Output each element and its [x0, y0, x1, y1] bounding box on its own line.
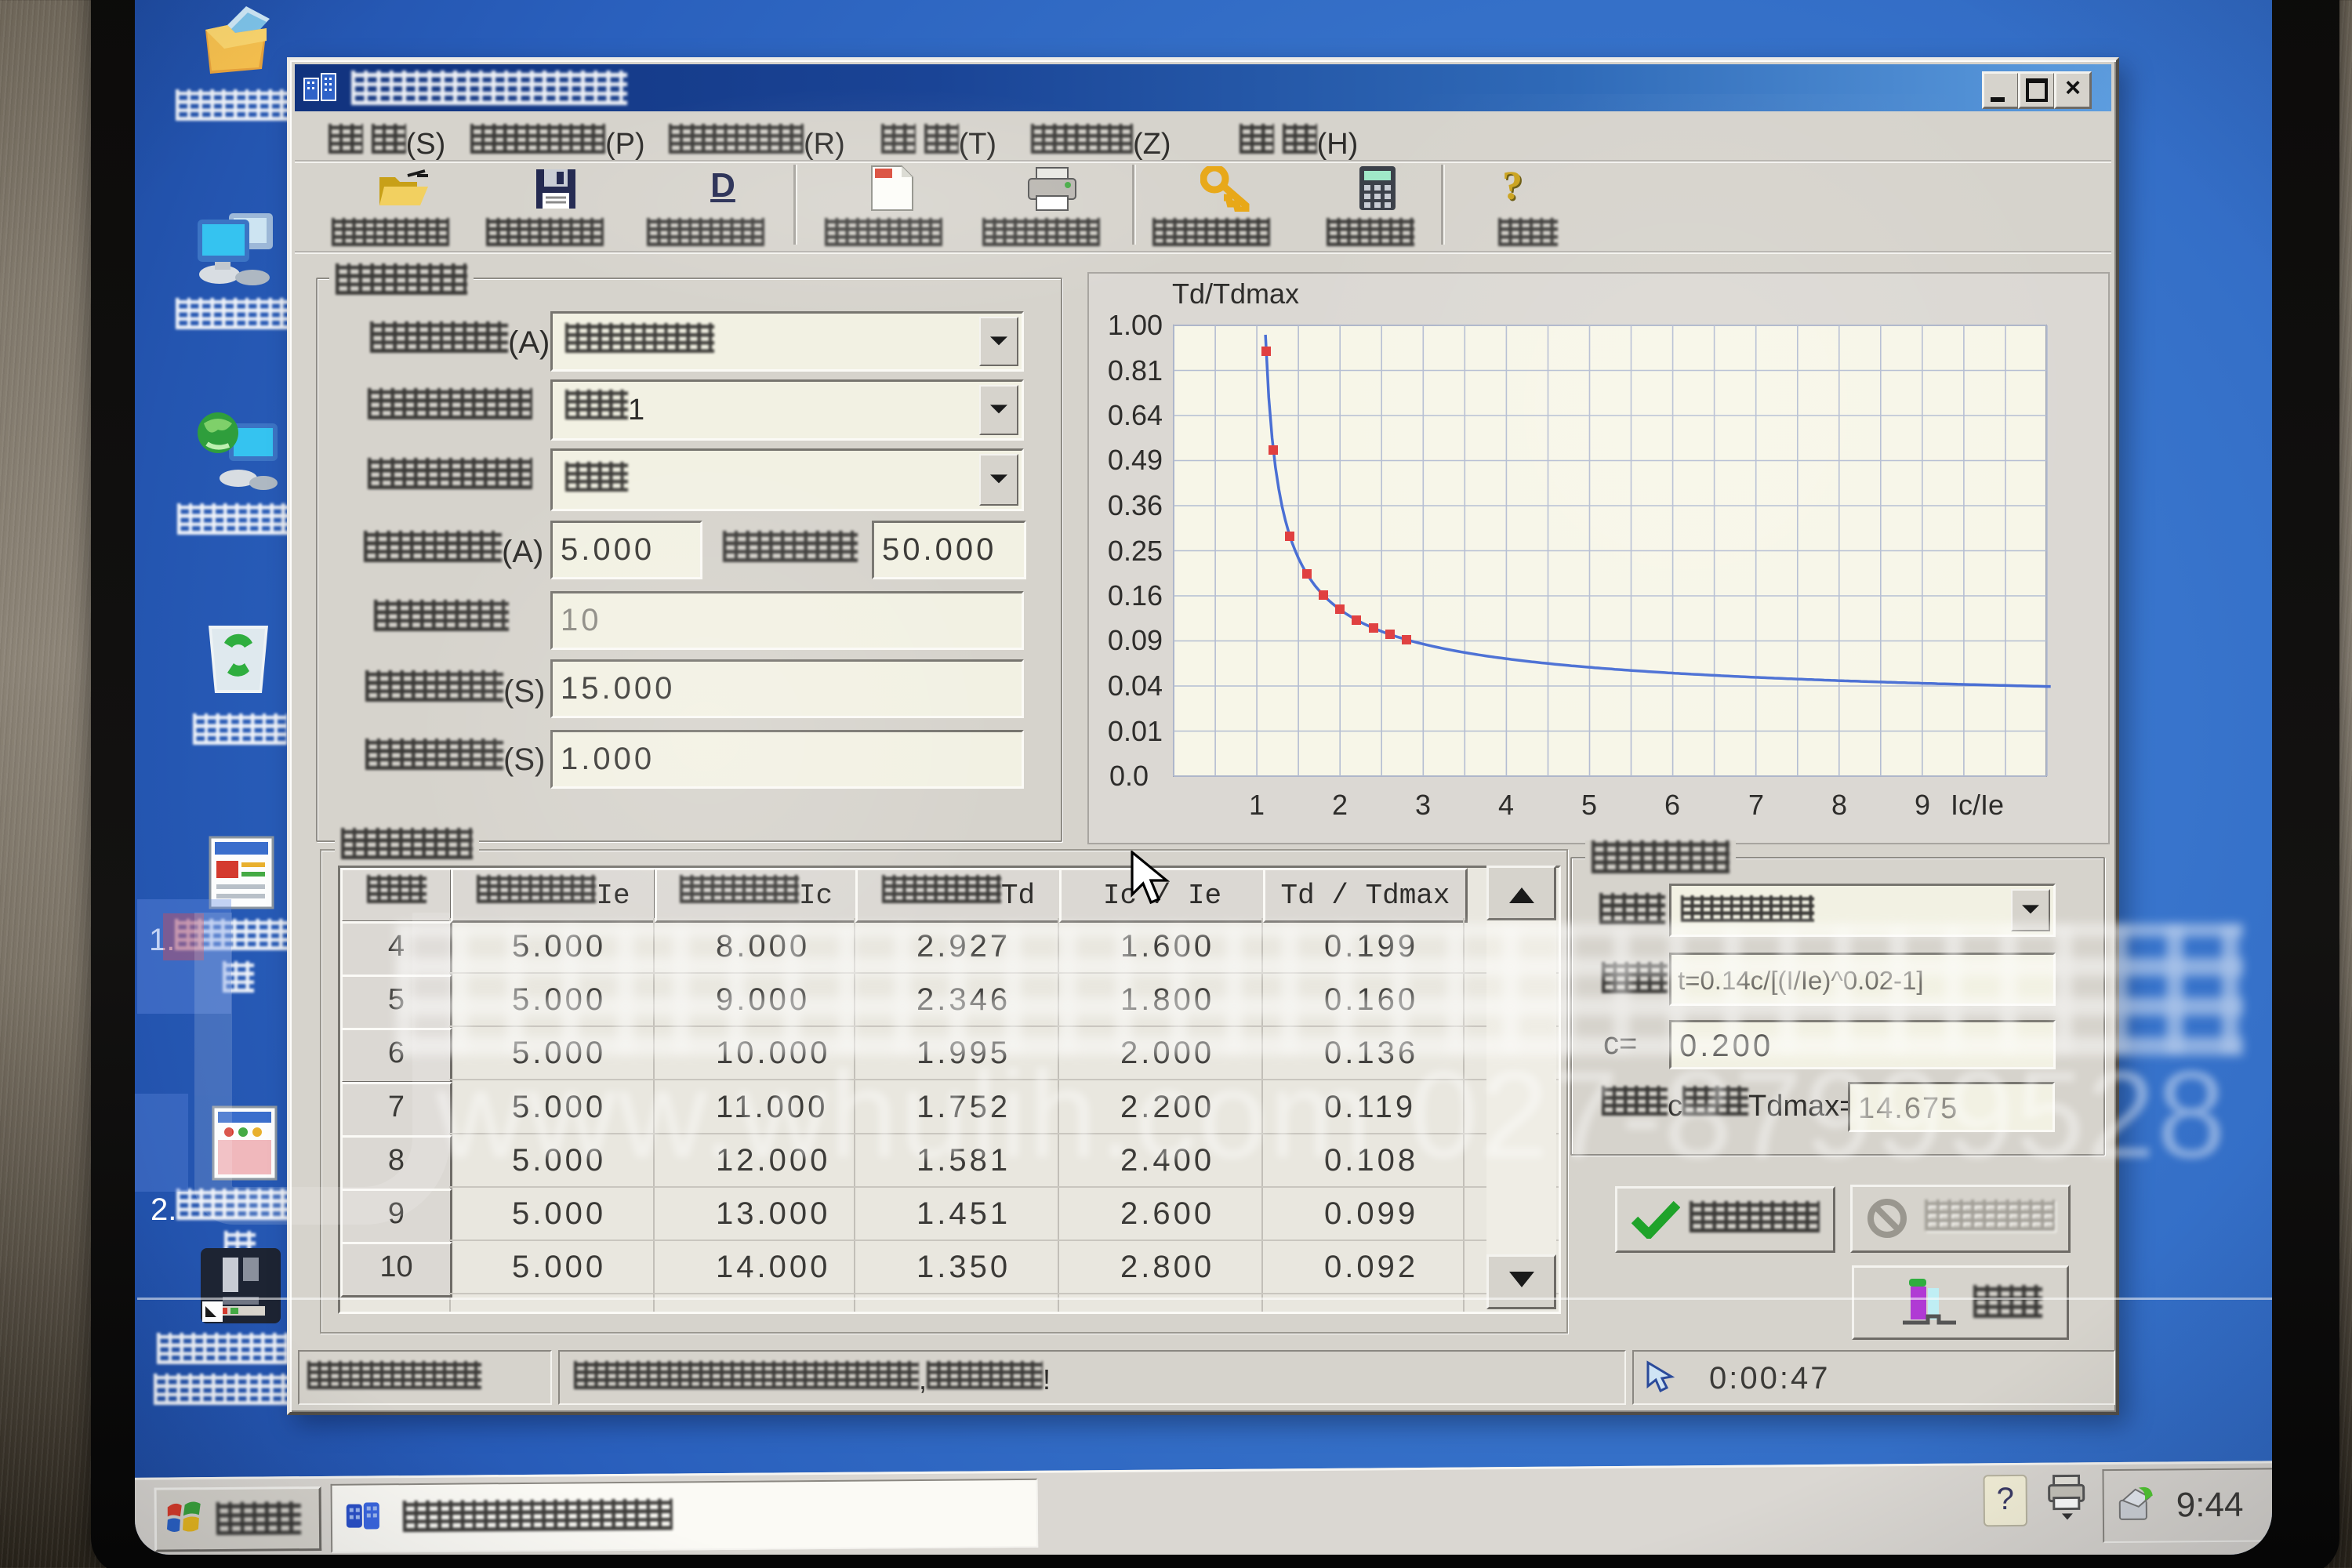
svg-text:0.36: 0.36: [1108, 489, 1163, 521]
svg-text:0.64: 0.64: [1108, 399, 1163, 431]
svg-text:0.81: 0.81: [1108, 354, 1163, 387]
svg-text:3: 3: [1415, 789, 1431, 821]
svg-text:2: 2: [1332, 789, 1348, 821]
svg-text:0.01: 0.01: [1108, 715, 1163, 747]
svg-text:1: 1: [1249, 789, 1265, 821]
svg-text:4: 4: [1498, 789, 1514, 821]
svg-text:0.09: 0.09: [1108, 624, 1163, 656]
svg-text:6: 6: [1664, 789, 1680, 821]
svg-text:0.04: 0.04: [1108, 670, 1163, 702]
svg-text:0.0: 0.0: [1109, 760, 1149, 792]
svg-text:0.25: 0.25: [1108, 535, 1163, 567]
svg-text:Ic/Ie: Ic/Ie: [1951, 789, 2004, 821]
svg-text:7: 7: [1748, 789, 1764, 821]
svg-text:0.16: 0.16: [1108, 579, 1163, 612]
svg-text:9: 9: [1915, 789, 1930, 821]
svg-text:0.49: 0.49: [1108, 444, 1163, 476]
svg-text:5: 5: [1581, 789, 1597, 821]
svg-text:8: 8: [1831, 789, 1847, 821]
